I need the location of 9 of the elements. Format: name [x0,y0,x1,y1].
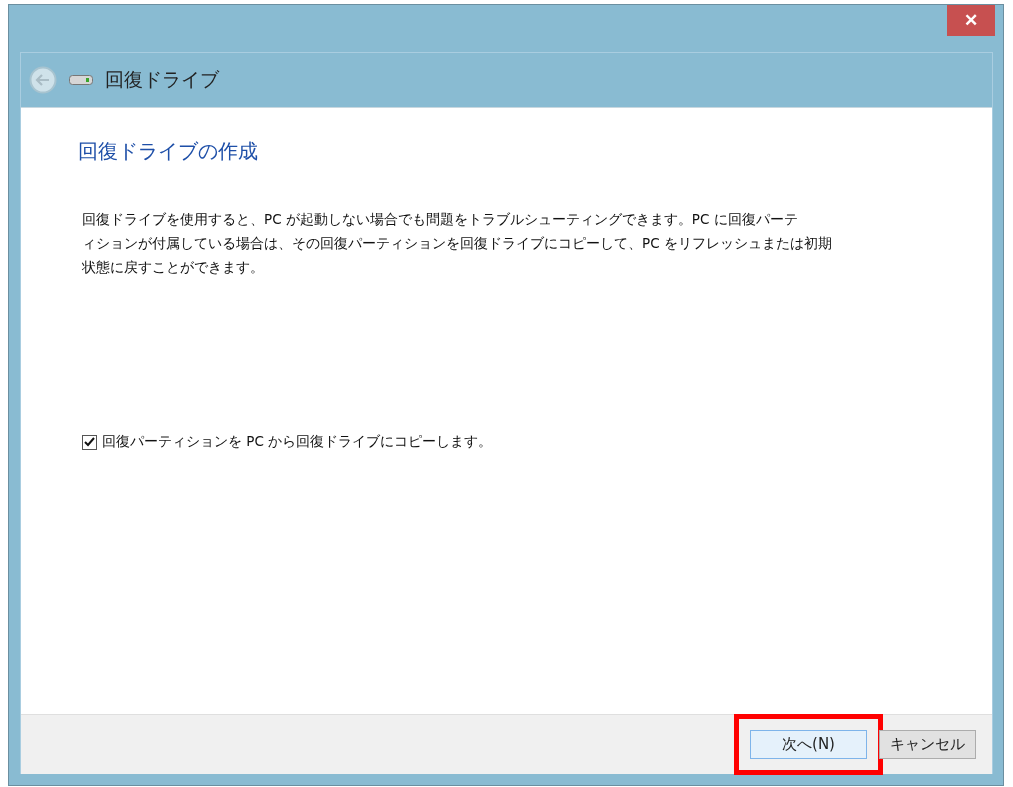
drive-icon [69,74,93,86]
checkbox[interactable] [82,434,97,450]
checkbox-label: 回復パーティションを PC から回復ドライブにコピーします。 [102,433,493,451]
description-text: 回復ドライブを使用すると、PC が起動しない場合でも問題をトラブルシューティングできます。PC に回復パーテ ィションが付属している場合は、その回復パーティションを回復ドライブにコピーして、PC をリフレッシュまたは初期 状態に戻すことができます。 [82,210,833,277]
close-button[interactable]: ✕ [947,5,995,36]
page-heading: 回復ドライブの作成 [78,138,259,165]
next-button[interactable]: 次へ(N) [750,730,867,759]
cancel-button[interactable]: キャンセル [879,730,976,759]
window-title: 回復ドライブ [105,67,219,92]
